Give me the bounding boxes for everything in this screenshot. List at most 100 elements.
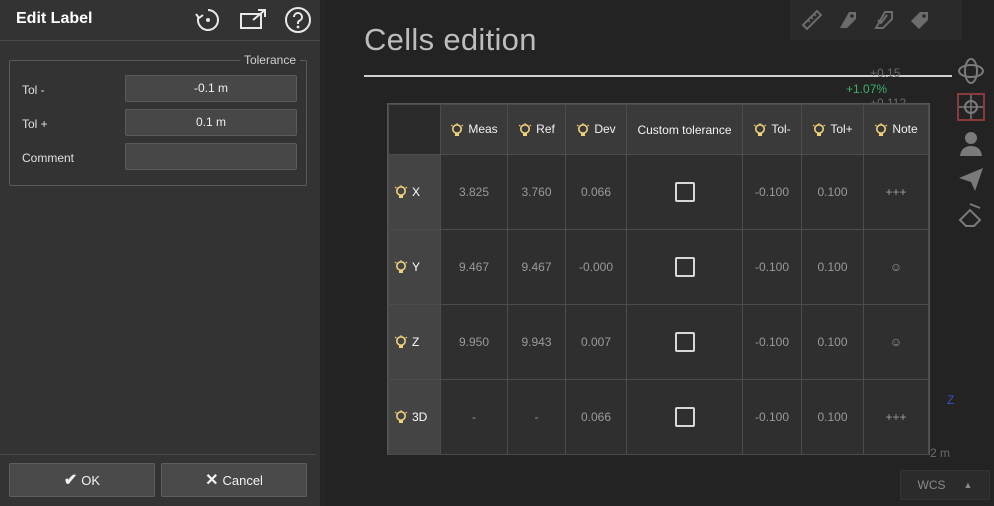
tol-minus-field[interactable]: -0.1 m <box>125 75 297 102</box>
coordinate-system-select[interactable]: WCS ▲ <box>900 470 990 500</box>
label-tool-icon[interactable] <box>836 8 860 32</box>
ref-cell[interactable]: 9.943 <box>507 304 566 380</box>
tol-plus-cell[interactable]: 0.100 <box>801 379 864 455</box>
table-row: X 3.825 3.760 0.066 -0.100 0.100 +++ <box>388 154 929 230</box>
tol-plus-label: Tol + <box>22 117 48 131</box>
meas-cell[interactable]: 3.825 <box>440 154 508 230</box>
custom-tolerance-cell <box>626 304 743 380</box>
ref-cell[interactable]: 9.467 <box>507 229 566 305</box>
col-ref[interactable]: Ref <box>507 104 566 155</box>
tol-plus-cell[interactable]: 0.100 <box>801 154 864 230</box>
cells-table-window: Meas Ref Dev Custom tolerance Tol- Tol+ … <box>387 103 930 455</box>
col-note[interactable]: Note <box>863 104 929 155</box>
close-icon: ✕ <box>205 472 219 489</box>
fit-view-icon[interactable] <box>956 92 986 122</box>
tol-minus-cell[interactable]: -0.100 <box>742 304 802 380</box>
caret-up-icon: ▲ <box>963 480 973 490</box>
custom-tolerance-cell <box>626 229 743 305</box>
comment-field[interactable] <box>125 143 297 170</box>
custom-tolerance-checkbox[interactable] <box>674 407 695 427</box>
col-dev[interactable]: Dev <box>565 104 627 155</box>
col-custom-tolerance[interactable]: Custom tolerance <box>626 104 743 155</box>
tol-minus-label: Tol - <box>22 83 45 97</box>
tol-minus-cell[interactable]: -0.100 <box>742 154 802 230</box>
row-header[interactable]: Y <box>388 229 441 305</box>
dev-cell[interactable]: 0.007 <box>565 304 627 380</box>
footer-divider <box>0 454 316 455</box>
tol-minus-cell[interactable]: -0.100 <box>742 379 802 455</box>
scale-readout: 2 m <box>930 446 951 460</box>
cancel-label: Cancel <box>222 472 263 488</box>
bulb-icon[interactable] <box>812 122 826 137</box>
custom-tolerance-checkbox[interactable] <box>674 332 695 352</box>
ok-button[interactable]: ✔ OK <box>9 463 155 497</box>
meas-cell[interactable]: 9.950 <box>440 304 508 380</box>
row-label: Y <box>412 259 421 274</box>
row-label: 3D <box>412 409 428 424</box>
ref-cell[interactable]: - <box>507 379 566 455</box>
bulb-icon[interactable] <box>394 335 408 349</box>
panel-title: Edit Label <box>16 10 93 27</box>
custom-tolerance-cell <box>626 154 743 230</box>
meas-cell[interactable]: - <box>440 379 508 455</box>
tags-icon[interactable] <box>908 8 932 32</box>
bulb-icon[interactable] <box>450 122 464 137</box>
check-label-icon[interactable] <box>872 8 896 32</box>
corner-cell <box>388 104 441 155</box>
page-title: Cells edition <box>364 22 537 57</box>
col-meas[interactable]: Meas <box>440 104 508 155</box>
undock-icon[interactable] <box>239 6 267 34</box>
col-tol-minus-label: Tol- <box>771 122 791 137</box>
wcs-label: WCS <box>917 478 946 492</box>
custom-tolerance-checkbox[interactable] <box>674 182 695 202</box>
help-icon[interactable] <box>284 6 312 34</box>
col-tol-minus[interactable]: Tol- <box>742 104 802 155</box>
bulb-icon[interactable] <box>518 122 532 137</box>
ruler-icon[interactable] <box>800 8 824 32</box>
note-cell[interactable]: ☺ <box>863 304 929 380</box>
bulb-icon[interactable] <box>394 185 408 199</box>
comment-label: Comment <box>22 151 75 165</box>
tol-plus-field[interactable]: 0.1 m <box>125 109 297 136</box>
col-custom-tolerance-label: Custom tolerance <box>637 122 732 137</box>
custom-tolerance-cell <box>626 379 743 455</box>
note-cell[interactable]: +++ <box>863 154 929 230</box>
send-icon[interactable] <box>956 164 986 194</box>
ref-cell[interactable]: 3.760 <box>507 154 566 230</box>
tol-plus-cell[interactable]: 0.100 <box>801 304 864 380</box>
cells-table: Meas Ref Dev Custom tolerance Tol- Tol+ … <box>388 104 929 455</box>
eraser-icon[interactable] <box>956 200 986 230</box>
ok-label: OK <box>81 472 101 488</box>
reset-icon[interactable] <box>194 6 222 34</box>
dev-cell[interactable]: -0.000 <box>565 229 627 305</box>
custom-tolerance-checkbox[interactable] <box>674 257 695 277</box>
col-tol-plus[interactable]: Tol+ <box>801 104 864 155</box>
bulb-icon[interactable] <box>576 122 590 137</box>
bulb-icon[interactable] <box>753 122 767 137</box>
axis-z-label: Z <box>947 393 955 407</box>
row-header[interactable]: Z <box>388 304 441 380</box>
dev-cell[interactable]: 0.066 <box>565 379 627 455</box>
dev-cell[interactable]: 0.066 <box>565 154 627 230</box>
bg-readout: +1.07% <box>846 82 888 96</box>
orbit-icon[interactable] <box>956 56 986 86</box>
panel-header: Edit Label <box>0 0 320 41</box>
row-header[interactable]: X <box>388 154 441 230</box>
bulb-icon[interactable] <box>394 260 408 274</box>
meas-cell[interactable]: 9.467 <box>440 229 508 305</box>
side-toolbar <box>950 50 994 240</box>
bulb-icon[interactable] <box>874 122 888 137</box>
user-view-icon[interactable] <box>956 128 986 158</box>
tolerance-group-label: Tolerance <box>239 53 300 67</box>
cancel-button[interactable]: ✕ Cancel <box>161 463 307 497</box>
note-cell[interactable]: ☺ <box>863 229 929 305</box>
row-header[interactable]: 3D <box>388 379 441 455</box>
note-cell[interactable]: +++ <box>863 379 929 455</box>
col-meas-label: Meas <box>468 122 498 137</box>
check-icon: ✔ <box>63 472 78 489</box>
row-label: X <box>412 184 421 199</box>
col-ref-label: Ref <box>536 122 555 137</box>
bulb-icon[interactable] <box>394 410 408 424</box>
tol-plus-cell[interactable]: 0.100 <box>801 229 864 305</box>
tol-minus-cell[interactable]: -0.100 <box>742 229 802 305</box>
